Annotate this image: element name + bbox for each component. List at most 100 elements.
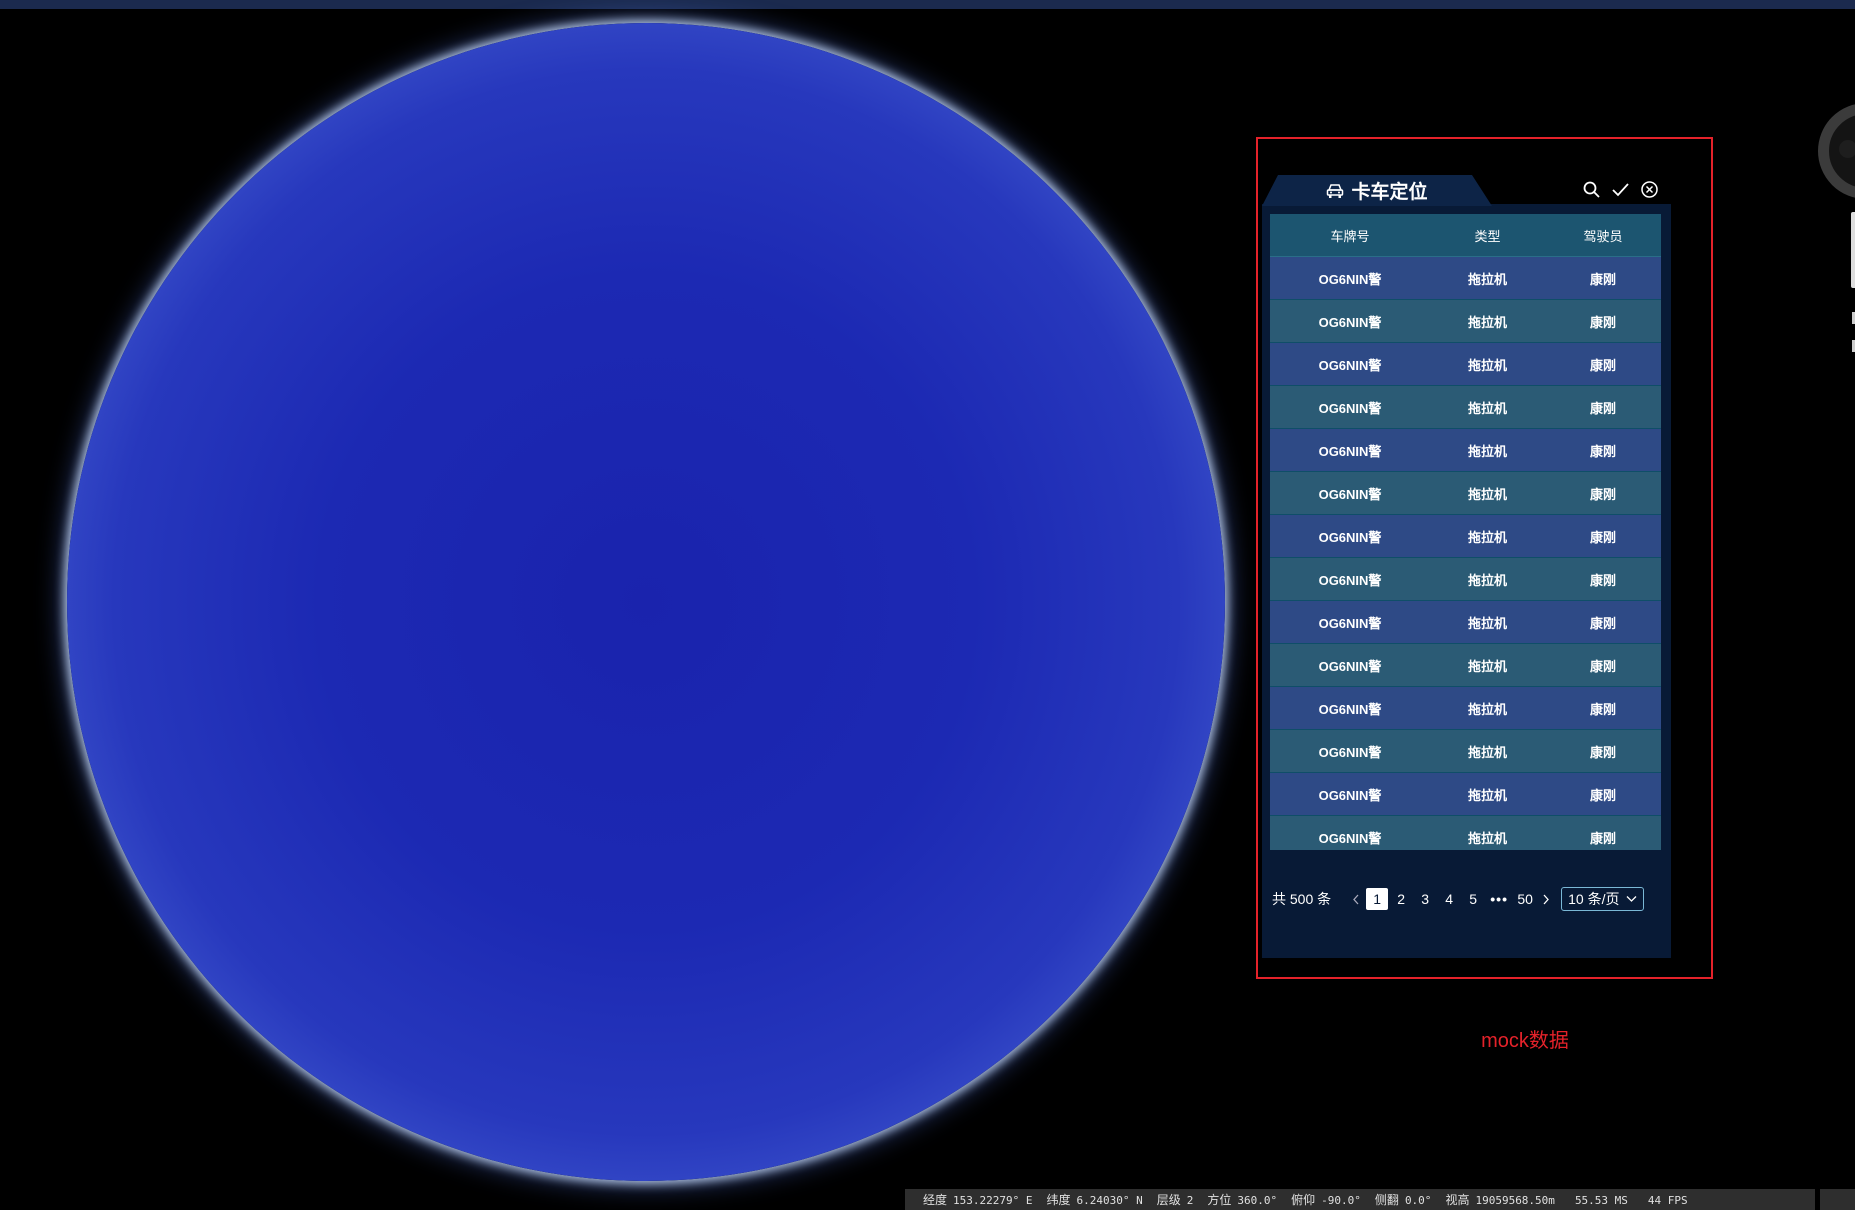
table-row[interactable]: OG6NIN警 拖拉机 康刚 bbox=[1270, 343, 1661, 386]
cell-type: 拖拉机 bbox=[1467, 357, 1507, 373]
page-4[interactable]: 4 bbox=[1438, 891, 1460, 907]
panel-tools bbox=[1582, 180, 1659, 199]
table-row[interactable]: OG6NIN警 拖拉机 康刚 bbox=[1270, 472, 1661, 515]
status-value: 0.0° bbox=[1404, 1194, 1432, 1207]
cell-type: 拖拉机 bbox=[1467, 572, 1507, 588]
table-row[interactable]: OG6NIN警 拖拉机 康刚 bbox=[1270, 300, 1661, 343]
status-item: 俯仰 -90.0° bbox=[1291, 1191, 1361, 1208]
prev-page-icon[interactable] bbox=[1349, 892, 1363, 906]
cell-plate: OG6NIN警 bbox=[1318, 572, 1382, 588]
chevron-down-icon bbox=[1626, 896, 1636, 902]
table-row[interactable]: OG6NIN警 拖拉机 康刚 bbox=[1270, 773, 1661, 816]
cell-driver: 康刚 bbox=[1589, 486, 1616, 502]
status-value: 153.22279° E bbox=[953, 1194, 1033, 1207]
cell-type: 拖拉机 bbox=[1467, 314, 1507, 330]
table-row[interactable]: OG6NIN警 拖拉机 康刚 bbox=[1270, 386, 1661, 429]
cell-plate: OG6NIN警 bbox=[1318, 357, 1382, 373]
status-item: 侧翻 0.0° bbox=[1375, 1191, 1432, 1208]
page-last[interactable]: 50 bbox=[1514, 891, 1536, 907]
cell-driver: 康刚 bbox=[1589, 615, 1616, 631]
check-icon[interactable] bbox=[1611, 180, 1630, 199]
status-value: 44 FPS bbox=[1647, 1193, 1688, 1207]
cell-type: 拖拉机 bbox=[1467, 787, 1507, 803]
table-row[interactable]: OG6NIN警 拖拉机 康刚 bbox=[1270, 687, 1661, 730]
car-icon bbox=[1327, 183, 1344, 198]
cell-plate: OG6NIN警 bbox=[1318, 486, 1382, 502]
cell-type: 拖拉机 bbox=[1467, 400, 1507, 416]
status-label: 纬度 bbox=[1046, 1193, 1071, 1207]
table-row[interactable]: OG6NIN警 拖拉机 康刚 bbox=[1270, 601, 1661, 644]
cell-plate: OG6NIN警 bbox=[1318, 400, 1382, 416]
page-1[interactable]: 1 bbox=[1366, 888, 1389, 910]
cell-type: 拖拉机 bbox=[1467, 744, 1507, 760]
table-row[interactable]: OG6NIN警 拖拉机 康刚 bbox=[1270, 730, 1661, 773]
table-row[interactable]: OG6NIN警 拖拉机 康刚 bbox=[1270, 429, 1661, 472]
total-count: 共 500 条 bbox=[1272, 891, 1332, 907]
cell-driver: 康刚 bbox=[1589, 271, 1616, 287]
panel-header-tab: 卡车定位 bbox=[1262, 175, 1492, 206]
column-header-type[interactable]: 类型 bbox=[1430, 226, 1545, 245]
cell-type: 拖拉机 bbox=[1467, 271, 1507, 287]
table-row[interactable]: OG6NIN警 拖拉机 康刚 bbox=[1270, 257, 1661, 300]
cell-type: 拖拉机 bbox=[1467, 658, 1507, 674]
cell-plate: OG6NIN警 bbox=[1318, 271, 1382, 287]
navigation-compass[interactable] bbox=[1818, 103, 1855, 199]
cell-type: 拖拉机 bbox=[1467, 443, 1507, 459]
cell-driver: 康刚 bbox=[1589, 443, 1616, 459]
cell-plate: OG6NIN警 bbox=[1318, 830, 1382, 846]
status-label: 侧翻 bbox=[1374, 1193, 1399, 1207]
more-pages[interactable]: ••• bbox=[1485, 891, 1513, 907]
search-icon[interactable] bbox=[1582, 180, 1601, 199]
next-page-icon[interactable] bbox=[1539, 892, 1553, 906]
cell-plate: OG6NIN警 bbox=[1318, 701, 1382, 717]
status-value: 55.53 MS bbox=[1574, 1193, 1628, 1207]
status-value: 360.0° bbox=[1237, 1194, 1278, 1207]
truck-location-panel: 卡车定位 车牌号 类型 驾驶员 OG6NIN警 拖拉机 康刚 OG6NIN警 拖拉机 康刚… bbox=[1262, 175, 1671, 958]
page-5[interactable]: 5 bbox=[1462, 891, 1484, 907]
page-2[interactable]: 2 bbox=[1390, 891, 1412, 907]
status-item: 44 FPS bbox=[1642, 1193, 1688, 1207]
status-value: 19059568.50m bbox=[1475, 1194, 1555, 1207]
status-item: 经度 153.22279° E bbox=[923, 1191, 1033, 1208]
close-circle-icon[interactable] bbox=[1640, 180, 1659, 199]
zoom-slider[interactable] bbox=[1851, 212, 1855, 288]
cell-driver: 康刚 bbox=[1589, 529, 1616, 545]
pagination: 共 500 条 1 2 3 4 5 ••• 50 10 条/页 bbox=[1272, 887, 1662, 911]
status-bar: 经度 153.22279° E 纬度 6.24030° N 层级 2 方位 360.0° 俯仰 -… bbox=[905, 1189, 1815, 1210]
table-row[interactable]: OG6NIN警 拖拉机 康刚 bbox=[1270, 558, 1661, 601]
status-item: 视高 19059568.50m bbox=[1445, 1191, 1555, 1208]
cell-plate: OG6NIN警 bbox=[1318, 744, 1382, 760]
cell-type: 拖拉机 bbox=[1467, 486, 1507, 502]
status-item: 纬度 6.24030° N bbox=[1047, 1191, 1143, 1208]
status-label: 层级 bbox=[1156, 1193, 1181, 1207]
page-size-select[interactable]: 10 条/页 bbox=[1561, 887, 1644, 911]
column-header-plate[interactable]: 车牌号 bbox=[1270, 226, 1430, 245]
mock-data-label: mock数据 bbox=[1481, 1030, 1569, 1052]
status-item: 方位 360.0° bbox=[1207, 1191, 1277, 1208]
cell-driver: 康刚 bbox=[1589, 400, 1616, 416]
status-bar-end bbox=[1820, 1189, 1855, 1210]
truck-table: 车牌号 类型 驾驶员 OG6NIN警 拖拉机 康刚 OG6NIN警 拖拉机 康刚 OG6NI… bbox=[1270, 214, 1661, 850]
cell-plate: OG6NIN警 bbox=[1318, 787, 1382, 803]
column-header-driver[interactable]: 驾驶员 bbox=[1545, 226, 1661, 245]
cell-driver: 康刚 bbox=[1589, 744, 1616, 760]
page-3[interactable]: 3 bbox=[1414, 891, 1436, 907]
table-row[interactable]: OG6NIN警 拖拉机 康刚 bbox=[1270, 644, 1661, 687]
cell-type: 拖拉机 bbox=[1467, 830, 1507, 846]
cell-plate: OG6NIN警 bbox=[1318, 529, 1382, 545]
status-label: 视高 bbox=[1445, 1193, 1470, 1207]
status-label: 俯仰 bbox=[1291, 1193, 1316, 1207]
cell-plate: OG6NIN警 bbox=[1318, 658, 1382, 674]
table-row[interactable]: OG6NIN警 拖拉机 康刚 bbox=[1270, 515, 1661, 558]
top-bar bbox=[0, 0, 1855, 9]
status-value: 2 bbox=[1186, 1194, 1194, 1207]
cell-type: 拖拉机 bbox=[1467, 701, 1507, 717]
cell-type: 拖拉机 bbox=[1467, 615, 1507, 631]
globe-viewport[interactable] bbox=[67, 23, 1225, 1181]
table-row[interactable]: OG6NIN警 拖拉机 康刚 bbox=[1270, 816, 1661, 850]
table-body: OG6NIN警 拖拉机 康刚 OG6NIN警 拖拉机 康刚 OG6NIN警 拖拉机 康刚 OG6N… bbox=[1270, 257, 1661, 850]
status-label: 经度 bbox=[923, 1193, 948, 1207]
cell-driver: 康刚 bbox=[1589, 830, 1616, 846]
status-item: 层级 2 bbox=[1157, 1191, 1194, 1208]
cell-driver: 康刚 bbox=[1589, 787, 1616, 803]
